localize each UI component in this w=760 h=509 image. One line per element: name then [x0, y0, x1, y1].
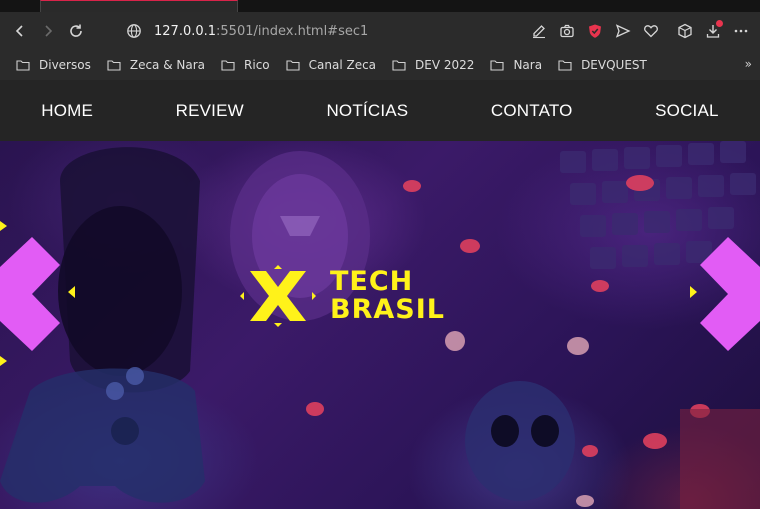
folder-icon — [558, 60, 572, 71]
bookmark-folder[interactable]: Nara — [490, 58, 542, 72]
forward-icon[interactable] — [34, 17, 62, 45]
folder-icon — [286, 60, 300, 71]
folder-icon — [16, 60, 30, 71]
edit-icon[interactable] — [526, 17, 552, 45]
nav-review[interactable]: REVIEW — [176, 101, 244, 121]
bookmark-folder[interactable]: Zeca & Nara — [107, 58, 205, 72]
more-bookmarks-button[interactable]: » — [745, 57, 752, 71]
site-info-icon[interactable] — [120, 17, 148, 45]
back-icon[interactable] — [6, 17, 34, 45]
bookmark-label: DEV 2022 — [415, 58, 475, 72]
bookmark-label: Nara — [513, 58, 543, 72]
bookmark-folder[interactable]: Rico — [221, 58, 270, 72]
tab-strip — [0, 0, 760, 12]
heart-icon[interactable] — [638, 17, 664, 45]
bookmark-folder[interactable]: Canal Zeca — [286, 58, 376, 72]
shield-icon[interactable] — [582, 17, 608, 45]
download-icon[interactable] — [700, 17, 726, 45]
reload-icon[interactable] — [62, 17, 90, 45]
url-host: 127.0.0.1 — [154, 23, 217, 39]
logo-text: TECH BRASIL — [330, 268, 445, 324]
url-path: :5501/index.html#sec1 — [216, 23, 369, 39]
bookmarks-bar: Diversos Zeca & Nara Rico Canal Zeca DEV… — [0, 50, 760, 80]
folder-icon — [107, 60, 121, 71]
nav-home[interactable]: HOME — [41, 101, 93, 121]
browser-toolbar: 127.0.0.1:5501/index.html#sec1 — [0, 12, 760, 50]
bookmark-label: Diversos — [39, 58, 91, 72]
site-nav: HOME REVIEW NOTÍCIAS CONTATO SOCIAL — [0, 80, 760, 141]
bookmark-folder[interactable]: DEV 2022 — [392, 58, 474, 72]
bookmark-label: Rico — [244, 58, 270, 72]
send-icon[interactable] — [610, 17, 636, 45]
cube-icon[interactable] — [672, 17, 698, 45]
bookmark-label: Canal Zeca — [308, 58, 377, 72]
nav-contato[interactable]: CONTATO — [491, 101, 573, 121]
menu-icon[interactable] — [728, 17, 754, 45]
nav-social[interactable]: SOCIAL — [655, 101, 719, 121]
x-logo-icon — [240, 265, 316, 327]
tech-brasil-logo[interactable]: TECH BRASIL — [240, 265, 445, 327]
bookmark-label: Zeca & Nara — [129, 58, 206, 72]
camera-icon[interactable] — [554, 17, 580, 45]
active-tab[interactable] — [40, 0, 238, 12]
folder-icon — [392, 60, 406, 71]
address-bar[interactable]: 127.0.0.1:5501/index.html#sec1 — [154, 24, 368, 39]
folder-icon — [490, 60, 504, 71]
bookmark-folder[interactable]: DEVQUEST — [558, 58, 647, 72]
notification-dot — [716, 20, 723, 27]
bookmark-folder[interactable]: Diversos — [16, 58, 91, 72]
bookmark-label: DEVQUEST — [581, 58, 647, 72]
hero-banner: TECH BRASIL — [0, 141, 760, 509]
folder-icon — [221, 60, 235, 71]
logo-line-1: TECH — [330, 266, 414, 297]
logo-line-2: BRASIL — [330, 294, 445, 325]
nav-noticias[interactable]: NOTÍCIAS — [326, 101, 408, 121]
